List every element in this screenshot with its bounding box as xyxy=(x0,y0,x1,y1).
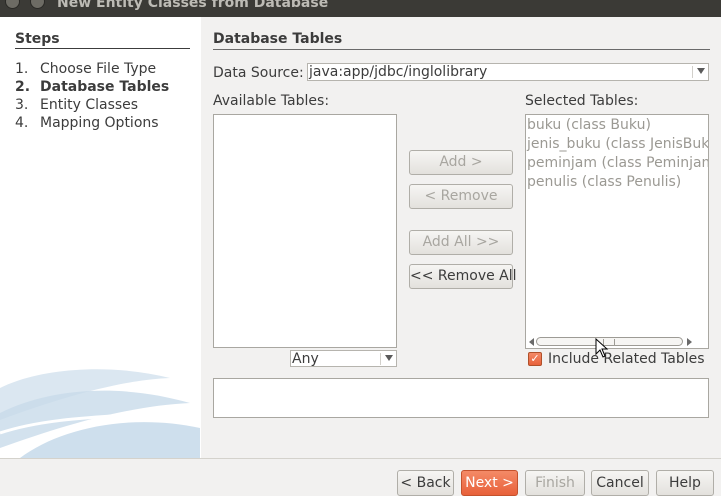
scroll-right-icon[interactable] xyxy=(687,338,692,346)
list-item[interactable]: penulis (class Penulis) xyxy=(526,173,708,192)
remove-all-button[interactable]: << Remove All xyxy=(409,264,517,289)
message-area xyxy=(213,378,709,418)
selected-tables-label: Selected Tables: xyxy=(525,93,639,109)
include-related-checkbox[interactable]: ✓ xyxy=(528,352,542,366)
horizontal-scrollbar[interactable] xyxy=(528,336,708,348)
button-bar-divider xyxy=(0,458,721,459)
remove-button[interactable]: < Remove xyxy=(409,184,513,209)
decorative-swoosh-icon xyxy=(0,369,201,458)
steps-panel: Steps 1. Choose File Type 2. Database Tabl… xyxy=(0,17,201,458)
list-item[interactable]: jenis_buku (class JenisBuku) xyxy=(526,135,708,154)
scroll-left-icon[interactable] xyxy=(529,338,534,346)
cancel-button[interactable]: Cancel xyxy=(591,470,649,496)
next-button[interactable]: Next > xyxy=(461,470,518,496)
window-close-icon[interactable] xyxy=(5,0,20,9)
data-source-label: Data Source: xyxy=(213,65,304,81)
data-source-combo[interactable]: java:app/jdbc/inglolibrary xyxy=(307,63,709,81)
help-button[interactable]: Help xyxy=(656,470,714,496)
step-item-active: 2. Database Tables xyxy=(15,79,170,95)
step-item: 3. Entity Classes xyxy=(15,97,139,113)
window-minimize-icon[interactable] xyxy=(30,0,45,9)
steps-heading: Steps xyxy=(15,31,60,47)
selected-tables-list[interactable]: buku (class Buku) jenis_buku (class Jeni… xyxy=(525,114,709,349)
available-tables-label: Available Tables: xyxy=(213,93,330,109)
step-item: 4. Mapping Options xyxy=(15,115,159,131)
title-divider xyxy=(213,49,710,50)
table-filter-value: Any xyxy=(292,351,319,367)
back-button[interactable]: < Back xyxy=(397,470,454,496)
available-tables-list[interactable] xyxy=(213,114,397,348)
window-title: New Entity Classes from Database xyxy=(57,0,329,11)
list-item[interactable]: peminjam (class Peminjam) xyxy=(526,154,708,173)
window-titlebar: New Entity Classes from Database xyxy=(0,0,721,17)
chevron-down-icon xyxy=(385,355,393,361)
page-title: Database Tables xyxy=(213,31,343,47)
data-source-value: java:app/jdbc/inglolibrary xyxy=(309,64,488,80)
include-related-label: Include Related Tables xyxy=(548,351,705,367)
finish-button[interactable]: Finish xyxy=(525,470,585,496)
chevron-down-icon xyxy=(697,68,705,74)
table-filter-combo[interactable]: Any xyxy=(290,350,397,367)
scrollbar-thumb[interactable] xyxy=(536,337,683,346)
add-button[interactable]: Add > xyxy=(409,150,513,175)
step-item: 1. Choose File Type xyxy=(15,61,157,77)
mouse-pointer-icon xyxy=(595,338,609,358)
list-item[interactable]: buku (class Buku) xyxy=(526,116,708,135)
add-all-button[interactable]: Add All >> xyxy=(409,230,513,255)
steps-divider xyxy=(15,48,190,49)
